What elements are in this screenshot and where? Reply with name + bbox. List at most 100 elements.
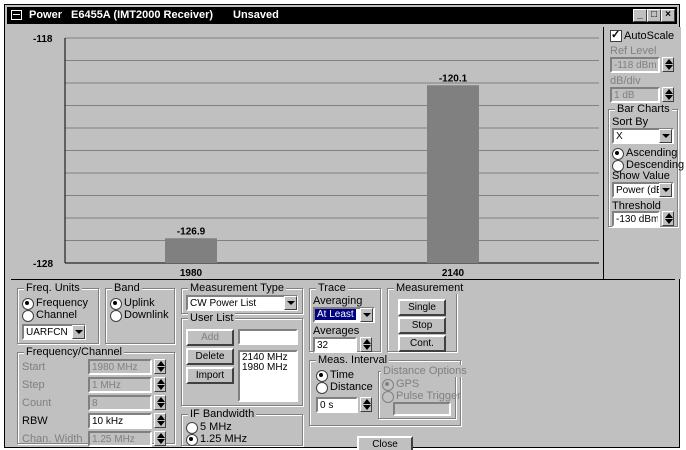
measurement-type-select[interactable]: CW Power List: [186, 295, 298, 311]
distance-options-label: Distance Options: [381, 365, 469, 377]
averages-field[interactable]: 32: [313, 337, 357, 353]
import-button[interactable]: Import: [186, 367, 234, 384]
meas-interval-label: Meas. Interval: [316, 354, 390, 366]
bar: [165, 238, 217, 263]
if-bandwidth-group: IF Bandwidth 5 MHz 1.25 MHz: [181, 408, 303, 446]
window-subtitle: E6455A (IMT2000 Receiver): [71, 9, 214, 21]
ascending-radio[interactable]: Ascending: [612, 147, 677, 160]
x-tick-label: 1980: [180, 268, 203, 279]
gps-radio[interactable]: GPS: [382, 378, 419, 391]
show-value-label: Show Value: [612, 170, 670, 182]
freq-units-label: Freq. Units: [24, 282, 82, 294]
show-value-dropdown-icon[interactable]: [659, 183, 672, 197]
user-list-group: User List Add Delete Import 2140 MHz 198…: [181, 312, 303, 406]
rbw-label: RBW: [22, 415, 48, 427]
measurement-type-group: Measurement Type CW Power List: [181, 282, 303, 314]
averaging-label: Averaging: [313, 295, 363, 307]
start-spinner[interactable]: [154, 359, 166, 374]
freq-units-group: Freq. Units Frequency Channel UARFCN: [17, 282, 99, 344]
bar: [427, 85, 479, 263]
minimize-icon[interactable]: _: [633, 9, 647, 22]
if-bw-5mhz-radio[interactable]: 5 MHz: [186, 421, 232, 434]
stop-button[interactable]: Stop: [398, 317, 446, 334]
measurement-group: Measurement Single Stop Cont.: [387, 282, 466, 352]
chart-area: -118 -128 -126.9 1980 -120.1 2140: [11, 27, 603, 279]
threshold-spinner[interactable]: [662, 211, 674, 226]
threshold-field[interactable]: -130 dBm: [612, 211, 660, 227]
count-spinner[interactable]: [154, 395, 166, 410]
time-radio[interactable]: Time: [316, 369, 354, 382]
frequency-radio[interactable]: Frequency: [22, 297, 88, 310]
averages-label: Averages: [313, 325, 360, 337]
distance-options-group: Distance Options GPS Pulse Trigger: [378, 365, 469, 419]
chan-width-label: Chan. Width: [22, 433, 83, 445]
window-status: Unsaved: [233, 9, 279, 21]
bar-value-label: -120.1: [439, 73, 468, 84]
display-settings-panel: AutoScale Ref Level -118 dBm dB/div 1 dB…: [603, 27, 684, 279]
user-list-input[interactable]: [238, 329, 298, 345]
rbw-field[interactable]: 10 kHz: [88, 413, 152, 429]
band-group: Band Uplink Downlink: [105, 282, 175, 344]
main-window: Power E6455A (IMT2000 Receiver) Unsaved …: [4, 4, 684, 450]
step-spinner[interactable]: [154, 377, 166, 392]
single-button[interactable]: Single: [398, 299, 446, 316]
chan-width-field[interactable]: 1.25 MHz: [88, 431, 152, 447]
averaging-dropdown-icon[interactable]: [360, 308, 373, 322]
downlink-radio[interactable]: Downlink: [110, 309, 169, 322]
step-field[interactable]: 1 MHz: [88, 377, 152, 393]
measurement-type-dropdown-icon[interactable]: [284, 296, 297, 310]
db-div-field[interactable]: 1 dB: [610, 87, 660, 103]
y-tick-label: -118: [33, 34, 53, 45]
distance-radio[interactable]: Distance: [316, 381, 373, 394]
close-icon[interactable]: ×: [661, 9, 675, 22]
uplink-radio[interactable]: Uplink: [110, 297, 155, 310]
interval-spinner[interactable]: [360, 397, 372, 412]
bar-charts-group: Bar Charts Sort By X Ascending Descendin…: [608, 103, 684, 227]
chan-width-spinner[interactable]: [154, 431, 166, 446]
controls-panel: Freq. Units Frequency Channel UARFCN Ban…: [11, 279, 675, 450]
close-button[interactable]: Close: [357, 436, 413, 450]
averaging-value: At Least: [315, 309, 356, 320]
delete-button[interactable]: Delete: [186, 348, 234, 365]
channel-standard-dropdown-icon[interactable]: [72, 325, 85, 339]
averages-spinner[interactable]: [360, 337, 372, 352]
if-bw-1-25mhz-radio[interactable]: 1.25 MHz: [186, 433, 247, 446]
sort-by-dropdown-icon[interactable]: [659, 129, 672, 143]
interval-field[interactable]: 0 s: [316, 397, 358, 413]
measurement-type-label: Measurement Type: [188, 282, 286, 294]
ref-level-field[interactable]: -118 dBm: [610, 57, 660, 73]
meas-interval-group: Meas. Interval Time Distance 0 s Distanc…: [309, 354, 469, 426]
ref-level-spinner[interactable]: [662, 57, 674, 72]
count-label: Count: [22, 397, 52, 409]
measurement-label: Measurement: [394, 282, 466, 294]
pulse-trigger-radio[interactable]: Pulse Trigger: [382, 390, 461, 403]
trace-group: Trace Averaging At Least Averages 32: [309, 282, 381, 353]
bar-charts-label: Bar Charts: [615, 103, 672, 115]
frequency-channel-label: Frequency/Channel: [24, 346, 125, 358]
db-div-label: dB/div: [610, 75, 641, 87]
channel-radio[interactable]: Channel: [22, 309, 77, 322]
start-label: Start: [22, 361, 46, 373]
app-icon: [11, 10, 22, 20]
sort-by-label: Sort By: [612, 116, 649, 128]
band-label: Band: [112, 282, 142, 294]
user-list-box[interactable]: 2140 MHz 1980 MHz: [238, 350, 298, 402]
maximize-icon[interactable]: □: [647, 9, 661, 22]
start-field[interactable]: 1980 MHz: [88, 359, 152, 375]
y-tick-label: -128: [33, 259, 53, 270]
if-bandwidth-label: IF Bandwidth: [188, 408, 257, 420]
db-div-spinner[interactable]: [662, 87, 674, 102]
ref-level-label: Ref Level: [610, 45, 657, 57]
cont-button[interactable]: Cont.: [398, 335, 446, 352]
pulse-trigger-field[interactable]: [393, 402, 451, 416]
step-label: Step: [22, 379, 45, 391]
autoscale-checkbox[interactable]: AutoScale: [610, 28, 674, 42]
rbw-spinner[interactable]: [154, 413, 166, 428]
user-list-label: User List: [188, 312, 236, 324]
list-item[interactable]: 1980 MHz: [242, 363, 294, 373]
add-button[interactable]: Add: [186, 329, 234, 346]
count-field[interactable]: 8: [88, 395, 152, 411]
bar-chart: -118 -128 -126.9 1980 -120.1 2140: [33, 34, 599, 279]
title-bar: Power E6455A (IMT2000 Receiver) Unsaved …: [7, 7, 677, 24]
x-tick-label: 2140: [442, 268, 465, 279]
